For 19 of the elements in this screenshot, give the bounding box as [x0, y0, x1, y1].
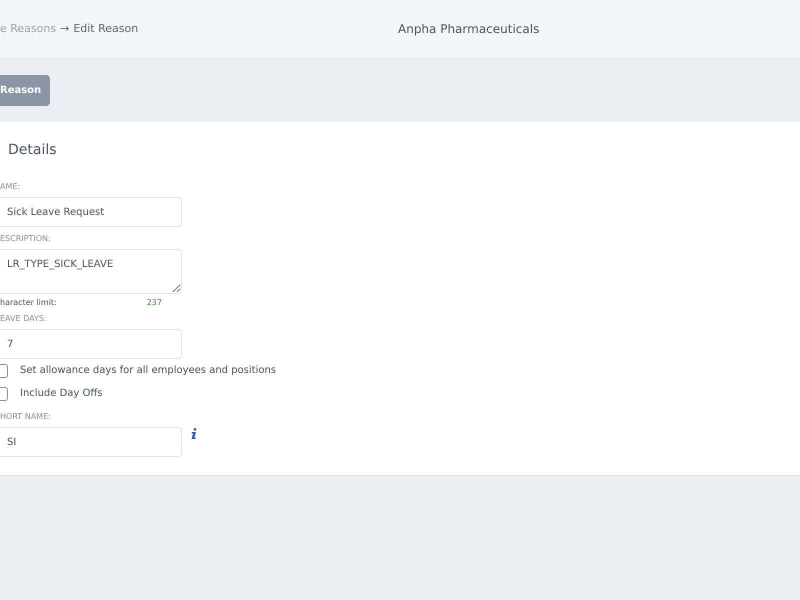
character-count: 237: [146, 298, 162, 307]
checkbox[interactable]: [0, 386, 8, 400]
description-field[interactable]: LR_TYPE_SICK_LEAVE: [0, 249, 182, 294]
checkbox-label: Include Day Offs: [20, 388, 102, 399]
breadcrumb-current: Edit Reason: [73, 22, 138, 35]
input-field[interactable]: SI: [0, 427, 182, 457]
section-title: Details: [7, 141, 58, 160]
checkbox[interactable]: [0, 364, 8, 378]
checkbox-label: Set allowance days for all employees and positions: [20, 365, 276, 376]
company-name: Anpha Pharmaceuticals: [398, 22, 540, 36]
character-limit-label: haracter limit:: [0, 298, 57, 307]
info-icon[interactable]: [191, 428, 197, 439]
field-label: HORT NAME:: [0, 412, 52, 422]
input-field[interactable]: Sick Leave Request: [0, 197, 182, 227]
field-label: EAVE DAYS:: [0, 314, 48, 324]
field-label: ESCRIPTION:: [0, 234, 52, 244]
field-label: AME:: [0, 182, 22, 192]
input-field[interactable]: 7: [0, 329, 182, 359]
breadcrumb-separator: →: [60, 22, 70, 35]
